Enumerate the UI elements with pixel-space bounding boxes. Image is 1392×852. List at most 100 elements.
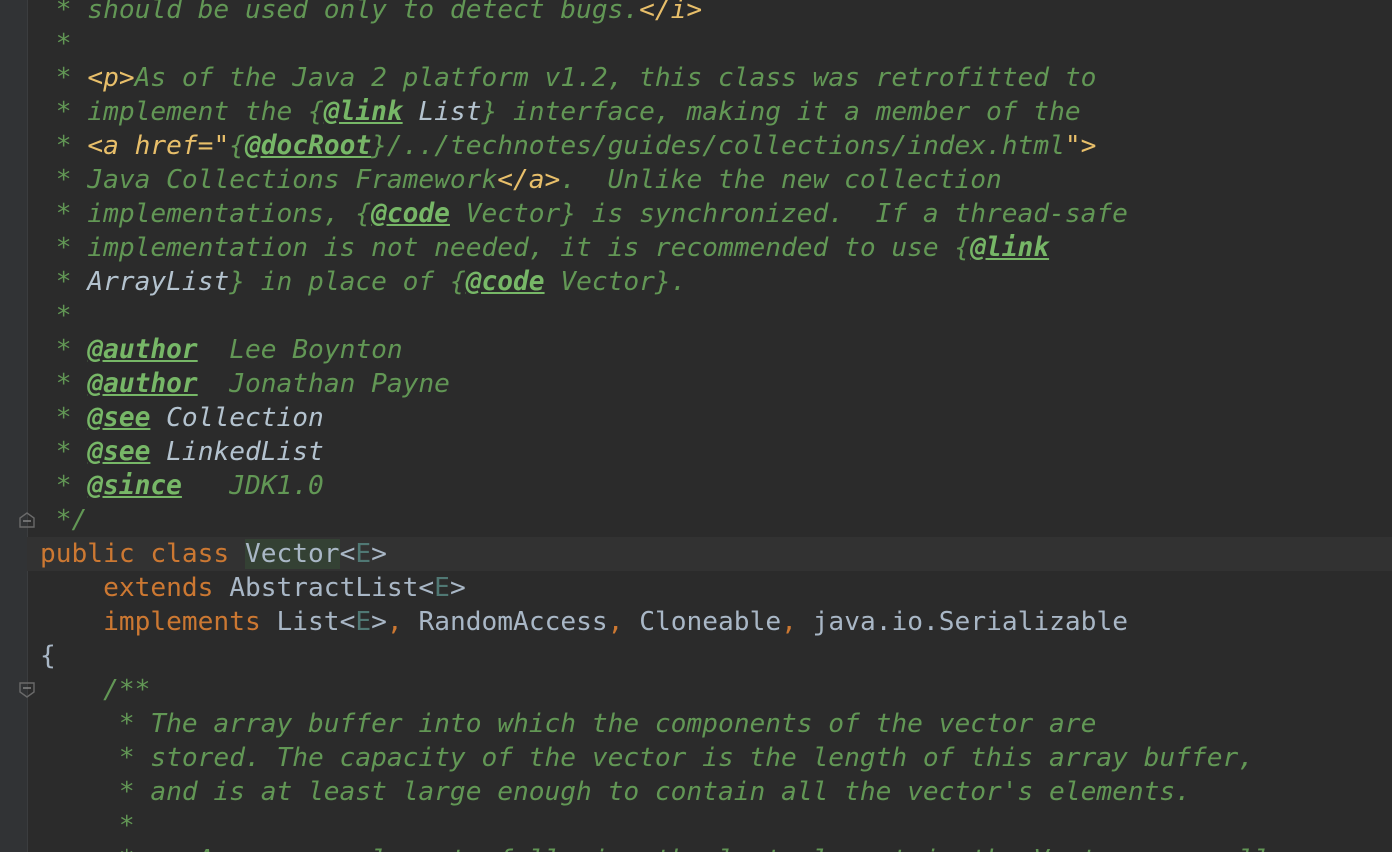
code-line[interactable]: * @since JDK1.0 — [40, 469, 1392, 503]
code-token: extends — [40, 573, 230, 603]
code-token: * and is at least large enough to contai… — [40, 777, 1191, 807]
code-line[interactable]: * — [40, 809, 1392, 843]
code-line[interactable]: /** — [40, 673, 1392, 707]
code-token: Jonathan Payne — [197, 369, 450, 399]
code-line[interactable]: * <p>Any array elements following the la… — [40, 843, 1392, 852]
code-token: As of the Java 2 platform v1.2, this cla… — [134, 63, 1097, 93]
code-token: @link — [970, 233, 1050, 263]
code-token: * — [40, 437, 88, 467]
code-token: * — [40, 403, 88, 433]
code-token: @since — [87, 471, 182, 501]
code-token: > — [371, 607, 387, 637]
code-line[interactable]: * ArrayList} in place of {@code Vector}. — [40, 265, 1392, 299]
code-token: List — [402, 97, 482, 127]
code-token: * — [40, 471, 88, 501]
code-token: . Unlike the new collection — [560, 165, 1002, 195]
code-token: <p> — [87, 63, 135, 93]
code-token: * stored. The capacity of the vector is … — [40, 743, 1254, 773]
code-token: * — [40, 335, 88, 365]
code-line[interactable]: * @see Collection — [40, 401, 1392, 435]
code-token: > — [371, 539, 387, 569]
code-token: java.io.Serializable — [812, 607, 1128, 637]
code-token: * — [40, 369, 88, 399]
code-line[interactable]: * The array buffer into which the compon… — [40, 707, 1392, 741]
code-area[interactable]: * should be used only to detect bugs.</i… — [27, 0, 1392, 852]
code-token: public class — [40, 539, 245, 569]
code-token: * should be used only to detect bugs. — [40, 0, 640, 25]
code-line[interactable]: * @author Lee Boynton — [40, 333, 1392, 367]
code-token: } interface, making it a member of the — [481, 97, 1081, 127]
code-line[interactable]: * implementations, {@code Vector} is syn… — [40, 197, 1392, 231]
code-line[interactable]: * stored. The capacity of the vector is … — [40, 741, 1392, 775]
code-token: { — [40, 641, 56, 671]
code-line[interactable]: * <a href="{@docRoot}/../technotes/guide… — [40, 129, 1392, 163]
code-token: Collection — [150, 403, 324, 433]
code-editor[interactable]: * should be used only to detect bugs.</i… — [0, 0, 1392, 852]
code-line[interactable]: * and is at least large enough to contai… — [40, 775, 1392, 809]
code-token: E — [355, 607, 372, 637]
code-line[interactable]: * Java Collections Framework</a>. Unlike… — [40, 163, 1392, 197]
code-token: @author — [87, 335, 198, 365]
code-token: <a href=" — [87, 131, 230, 161]
editor-gutter — [0, 0, 28, 852]
code-line[interactable]: * should be used only to detect bugs.</i… — [40, 0, 1392, 27]
code-token: * <p>Any array elements following the la… — [40, 845, 1286, 852]
code-line[interactable]: * implement the {@link List} interface, … — [40, 95, 1392, 129]
code-token: implements — [40, 607, 277, 637]
code-token: E — [434, 573, 450, 603]
code-token: /** — [40, 675, 151, 705]
code-token: * — [40, 811, 135, 841]
code-token: < — [339, 539, 356, 569]
code-token: @code — [465, 267, 545, 297]
code-token: * — [40, 63, 88, 93]
code-token: @author — [87, 369, 198, 399]
code-token: * — [40, 131, 88, 161]
code-token: , — [386, 607, 419, 637]
code-line[interactable]: * — [40, 27, 1392, 61]
code-token: , — [781, 607, 813, 637]
code-token: AbstractList< — [229, 573, 435, 603]
code-token: Vector} is synchronized. If a thread-saf… — [449, 199, 1128, 229]
code-line[interactable]: * implementation is not needed, it is re… — [40, 231, 1392, 265]
code-line[interactable]: extends AbstractList<E> — [40, 571, 1392, 605]
code-token: * — [40, 267, 88, 297]
code-token: } in place of { — [229, 267, 466, 297]
code-line[interactable]: * <p>As of the Java 2 platform v1.2, thi… — [40, 61, 1392, 95]
code-token: > — [449, 573, 466, 603]
code-token: ArrayList — [87, 267, 230, 297]
code-token: @code — [371, 199, 450, 229]
code-token: LinkedList — [150, 437, 324, 467]
code-line[interactable]: * @see LinkedList — [40, 435, 1392, 469]
code-token: Lee Boynton — [197, 335, 403, 365]
fold-start-icon[interactable] — [18, 681, 36, 699]
code-token: , — [607, 607, 640, 637]
code-line[interactable]: { — [40, 639, 1392, 673]
code-token: Cloneable — [639, 607, 782, 637]
code-token: "> — [1064, 131, 1097, 161]
code-token: @link — [323, 97, 403, 127]
code-token: </a> — [497, 165, 561, 195]
code-token: E — [355, 539, 372, 569]
code-token: * Java Collections Framework — [40, 165, 498, 195]
code-line[interactable]: * — [40, 299, 1392, 333]
code-token: Vector — [244, 539, 340, 569]
code-line[interactable]: implements List<E>, RandomAccess, Clonea… — [40, 605, 1392, 639]
code-line[interactable]: */ — [40, 503, 1392, 537]
fold-end-icon[interactable] — [18, 511, 36, 529]
code-token: * implement the { — [40, 97, 324, 127]
code-line[interactable]: * @author Jonathan Payne — [40, 367, 1392, 401]
code-line[interactable]: public class Vector<E> — [27, 537, 1392, 571]
code-token: * The array buffer into which the compon… — [40, 709, 1097, 739]
code-token: * — [40, 301, 72, 331]
code-token: * implementation is not needed, it is re… — [40, 233, 971, 263]
code-token: */ — [40, 505, 88, 535]
code-token: * implementations, { — [40, 199, 372, 229]
code-token: JDK1.0 — [181, 471, 324, 501]
code-token: @see — [87, 437, 151, 467]
code-token: @docRoot — [245, 131, 372, 161]
code-token: </i> — [639, 0, 703, 25]
code-token: @see — [87, 403, 151, 433]
code-token: Vector}. — [544, 267, 687, 297]
code-token: { — [229, 131, 245, 161]
code-token: * — [40, 29, 72, 59]
